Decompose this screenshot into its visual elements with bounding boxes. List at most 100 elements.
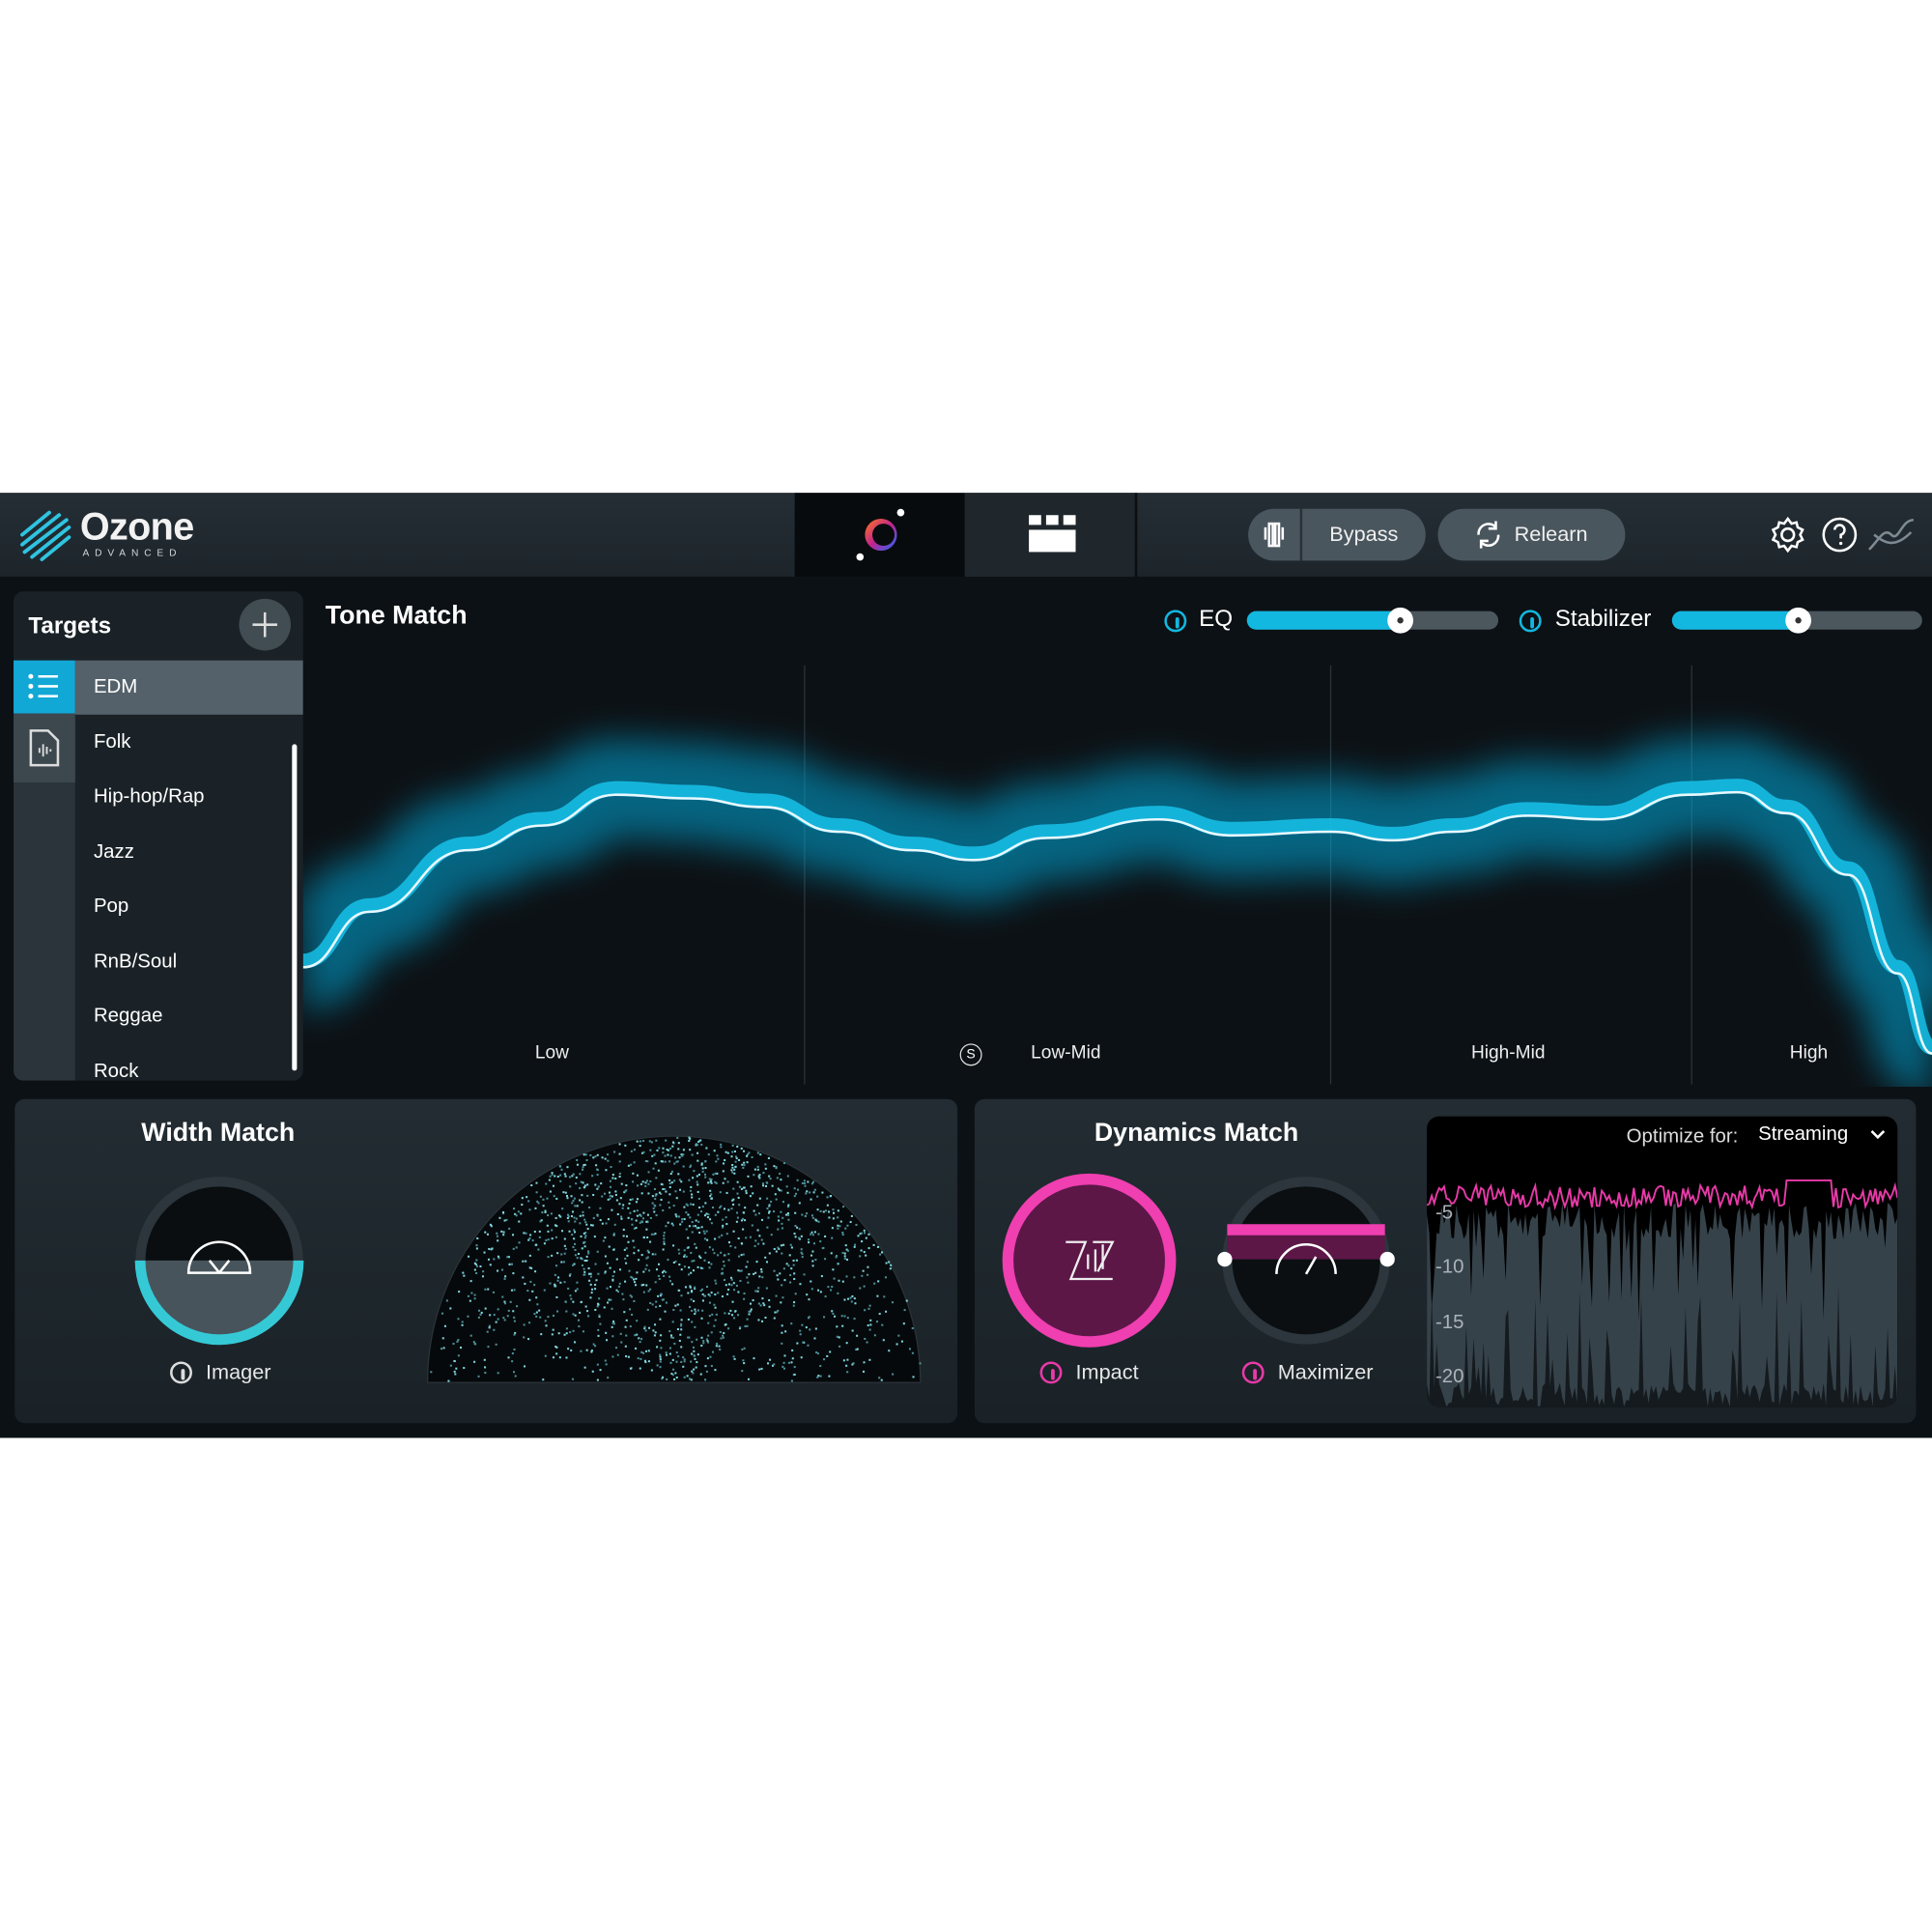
imager-power-icon[interactable] — [170, 1361, 192, 1384]
scope-dot — [467, 1315, 469, 1318]
target-item-label: Hip-hop/Rap — [93, 785, 205, 808]
target-item[interactable]: Reggae — [75, 989, 303, 1043]
scope-dot — [625, 1184, 628, 1187]
scope-dot — [669, 1361, 672, 1364]
stabilizer-slider[interactable] — [1671, 607, 1922, 634]
scope-dot — [535, 1311, 538, 1314]
scope-dot — [662, 1209, 665, 1212]
imager-knob[interactable] — [131, 1173, 306, 1348]
scope-dot — [556, 1175, 559, 1179]
scope-dot — [608, 1245, 611, 1248]
scope-dot — [831, 1285, 834, 1289]
genre-list-tab[interactable] — [14, 660, 75, 714]
scope-dot — [583, 1184, 586, 1187]
scope-dot — [647, 1290, 650, 1293]
scope-dot — [838, 1225, 841, 1228]
scope-dot — [785, 1213, 788, 1216]
scope-dot — [659, 1355, 662, 1358]
maximizer-power-icon[interactable] — [1241, 1361, 1264, 1384]
scope-dot — [670, 1373, 673, 1376]
scope-dot — [673, 1342, 676, 1345]
scope-dot — [663, 1235, 666, 1237]
scope-dot — [590, 1292, 593, 1294]
solo-button[interactable]: S — [959, 1043, 982, 1066]
bypass-compare-icon[interactable] — [1248, 508, 1303, 561]
bypass-button[interactable]: Bypass — [1248, 508, 1426, 561]
scope-dot — [888, 1350, 891, 1352]
scope-dot — [810, 1214, 813, 1217]
scope-dot — [760, 1238, 763, 1241]
relearn-button[interactable]: Relearn — [1437, 508, 1626, 561]
scope-dot — [884, 1276, 887, 1279]
impact-power-icon[interactable] — [1039, 1361, 1063, 1384]
scope-dot — [694, 1225, 696, 1228]
stabilizer-power-icon[interactable] — [1519, 610, 1542, 633]
scope-dot — [766, 1207, 769, 1210]
scope-dot — [563, 1252, 566, 1255]
scope-dot — [681, 1220, 684, 1223]
target-item[interactable]: Folk — [75, 715, 303, 769]
slider-thumb[interactable] — [1784, 607, 1811, 634]
scope-dot — [645, 1284, 648, 1287]
scope-dot — [793, 1373, 796, 1376]
scope-dot — [645, 1220, 648, 1223]
tab-assistant[interactable] — [794, 493, 965, 577]
scope-dot — [812, 1191, 815, 1194]
target-item[interactable]: RnB/Soul — [75, 934, 303, 988]
scope-dot — [693, 1354, 696, 1357]
scope-dot — [729, 1276, 733, 1279]
scope-dot — [660, 1334, 663, 1337]
scope-dot — [681, 1154, 684, 1157]
optimize-dropdown[interactable]: Streaming — [1758, 1123, 1893, 1151]
scope-dot — [587, 1250, 590, 1253]
scope-dot — [558, 1356, 561, 1359]
scope-dot — [694, 1242, 696, 1245]
scope-dot — [733, 1317, 736, 1320]
impact-knob[interactable] — [1002, 1173, 1177, 1348]
reference-file-tab[interactable] — [14, 713, 75, 782]
scope-dot — [650, 1369, 653, 1372]
scope-dot — [800, 1248, 803, 1251]
scope-dot — [837, 1292, 839, 1294]
scope-dot — [745, 1192, 748, 1195]
scope-dot — [854, 1243, 857, 1246]
scope-dot — [663, 1232, 666, 1235]
slider-thumb[interactable] — [1387, 607, 1414, 634]
scope-dot — [550, 1212, 553, 1215]
scope-dot — [696, 1180, 698, 1183]
target-item[interactable]: Hip-hop/Rap — [75, 770, 303, 824]
scope-dot — [758, 1177, 761, 1179]
add-target-button[interactable] — [239, 598, 292, 651]
target-item[interactable]: Rock — [75, 1044, 303, 1081]
target-item[interactable]: EDM — [74, 660, 303, 715]
signal-path-icon[interactable] — [1866, 515, 1916, 554]
scope-dot — [760, 1367, 763, 1370]
scope-dot — [583, 1259, 586, 1262]
help-icon[interactable] — [1820, 515, 1860, 554]
target-item[interactable]: Pop — [75, 880, 303, 934]
eq-power-icon[interactable] — [1164, 610, 1187, 633]
scope-dot — [672, 1368, 675, 1371]
target-item-label: Folk — [93, 731, 131, 753]
gear-icon[interactable] — [1768, 515, 1807, 554]
scope-dot — [716, 1154, 719, 1157]
scope-dot — [654, 1281, 657, 1284]
scope-dot — [698, 1231, 701, 1235]
scope-dot — [513, 1348, 516, 1350]
list-scrollbar[interactable] — [292, 744, 298, 1071]
scope-dot — [694, 1313, 696, 1316]
scope-dot — [794, 1236, 797, 1238]
tab-modules[interactable] — [964, 493, 1138, 577]
maximizer-knob[interactable] — [1217, 1173, 1395, 1348]
scope-dot — [636, 1320, 639, 1322]
eq-slider[interactable] — [1246, 607, 1499, 634]
scope-dot — [841, 1231, 844, 1235]
scope-dot — [743, 1164, 746, 1167]
scope-dot — [841, 1280, 844, 1283]
scope-dot — [710, 1331, 713, 1334]
scope-dot — [641, 1139, 644, 1143]
scope-dot — [523, 1323, 526, 1326]
scope-dot — [722, 1336, 724, 1339]
target-item[interactable]: Jazz — [75, 825, 303, 879]
scope-dot — [780, 1301, 782, 1304]
